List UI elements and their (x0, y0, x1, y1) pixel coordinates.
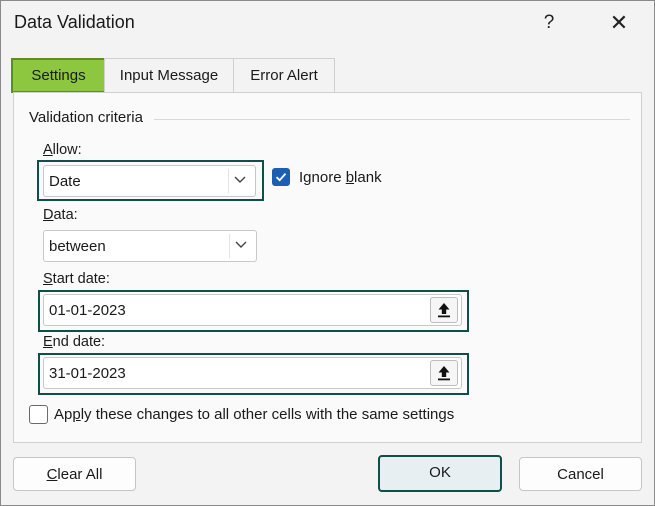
end-date-label: End date: (43, 334, 105, 350)
apply-all-label-pre: Ap (54, 406, 73, 423)
group-divider (154, 119, 630, 120)
upload-arrow-icon (438, 303, 450, 318)
collapse-dialog-button[interactable] (430, 297, 458, 323)
data-value: between (49, 238, 106, 255)
data-validation-dialog: Data Validation ? ✕ Settings Input Messa… (0, 0, 655, 506)
chevron-down-icon[interactable] (229, 234, 252, 258)
chevron-down-icon[interactable] (228, 169, 251, 193)
allow-label-text: llow: (52, 142, 82, 158)
allow-label: Allow: (43, 142, 82, 158)
dialog-title: Data Validation (14, 12, 135, 32)
clear-all-label: lear All (57, 466, 103, 483)
clear-all-button[interactable]: Clear All (13, 457, 136, 491)
end-date-label-text: nd date: (52, 334, 106, 350)
end-date-value: 31-01-2023 (49, 365, 126, 382)
allow-label-access-key: A (43, 142, 53, 158)
ignore-blank-label: Ignore blank (299, 169, 382, 186)
apply-all-checkbox[interactable] (29, 405, 48, 424)
ignore-blank-access-key: b (345, 169, 355, 186)
start-date-label: Start date: (43, 271, 110, 287)
help-button[interactable]: ? (531, 8, 567, 38)
ok-button[interactable]: OK (378, 455, 502, 492)
tab-settings[interactable]: Settings (11, 58, 106, 93)
apply-all-access-key: p (72, 406, 81, 423)
clear-all-access-key: C (46, 466, 58, 483)
ignore-blank-label-post: lank (354, 169, 382, 186)
start-date-value: 01-01-2023 (49, 302, 126, 319)
ignore-blank-checkbox[interactable] (272, 168, 290, 186)
validation-criteria-heading: Validation criteria (29, 109, 149, 126)
data-label-access-key: D (43, 207, 54, 223)
allow-value: Date (49, 173, 81, 190)
start-date-field[interactable]: 01-01-2023 (43, 294, 462, 326)
start-date-access-key: S (43, 271, 53, 287)
tab-error-alert[interactable]: Error Alert (233, 58, 335, 93)
start-date-label-text: tart date: (52, 271, 110, 287)
cancel-button[interactable]: Cancel (519, 457, 642, 491)
apply-all-label-post: ly these changes to all other cells with… (80, 406, 455, 423)
settings-panel: Validation criteria Allow: Date Ignore b… (13, 92, 642, 443)
data-label-text: ata: (53, 207, 78, 223)
apply-all-label: Apply these changes to all other cells w… (54, 406, 454, 423)
data-label: Data: (43, 207, 78, 223)
checkmark-icon (275, 173, 287, 182)
end-date-field[interactable]: 31-01-2023 (43, 357, 462, 389)
data-dropdown[interactable]: between (43, 230, 257, 262)
title-bar: Data Validation ? ✕ (1, 1, 654, 45)
end-date-access-key: E (43, 334, 53, 350)
close-button[interactable]: ✕ (601, 8, 637, 38)
tab-input-message[interactable]: Input Message (104, 58, 234, 93)
collapse-dialog-button[interactable] (430, 360, 458, 386)
ignore-blank-label-pre: Ignore (299, 169, 346, 186)
upload-arrow-icon (438, 366, 450, 381)
allow-dropdown[interactable]: Date (43, 165, 256, 197)
